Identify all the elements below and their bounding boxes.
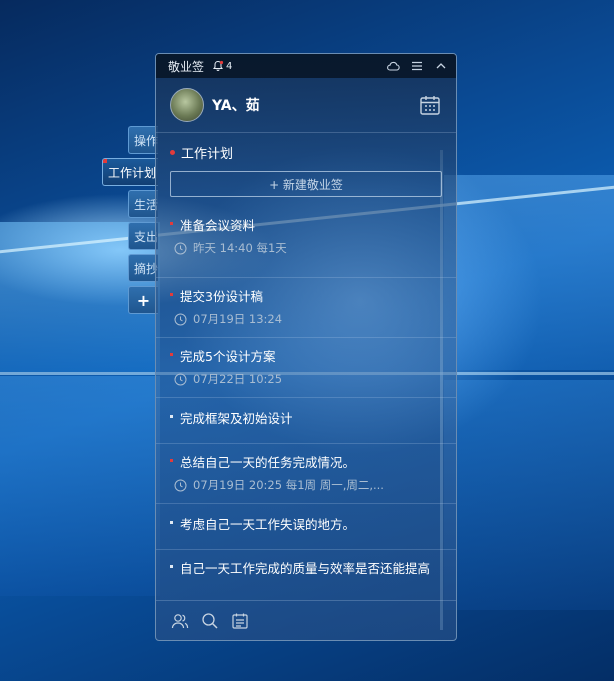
section-title: 工作计划: [181, 146, 234, 162]
avatar[interactable]: [170, 88, 204, 122]
users-icon[interactable]: [170, 611, 190, 631]
list-item[interactable]: 完成5个设计方案 07月22日 10:25: [156, 338, 456, 398]
clock-icon: [174, 242, 187, 254]
list-item[interactable]: 总结自己一天的任务完成情况。 07月19日 20:25 每1周 周一,周二,..…: [156, 444, 456, 504]
item-title: 准备会议资料: [180, 218, 256, 233]
list-item[interactable]: 考虑自己一天工作失误的地方。: [156, 504, 456, 550]
item-meta: 07月19日 20:25 每1周 周一,周二,...: [193, 478, 384, 492]
app-title: 敬业签: [168, 59, 205, 74]
section-header: 工作计划: [156, 133, 456, 171]
cloud-icon[interactable]: [386, 59, 400, 73]
item-title: 完成5个设计方案: [180, 349, 276, 364]
bottom-toolbar: [156, 600, 456, 640]
list-item[interactable]: 准备会议资料 昨天 14:40 每1天: [156, 217, 456, 278]
user-name: YA、茹: [212, 98, 260, 114]
priority-mark: [170, 415, 173, 418]
note-widget: 敬业签 4 YA、茹 工作计划 + 新建敬业签 准备会议资料 昨天 14:40 …: [155, 53, 457, 641]
list-item[interactable]: 提交3份设计稿 07月19日 13:24: [156, 278, 456, 338]
item-meta: 07月19日 13:24: [193, 312, 283, 326]
bell-icon: [213, 60, 224, 71]
list-item[interactable]: 完成框架及初始设计: [156, 398, 456, 444]
tab-expense[interactable]: 支出: [128, 222, 158, 250]
tab-work-plan[interactable]: 工作计划: [102, 158, 158, 186]
menu-icon[interactable]: [410, 59, 424, 73]
priority-mark: [170, 459, 173, 462]
priority-mark: [170, 353, 173, 356]
item-meta: 昨天 14:40 每1天: [193, 241, 287, 255]
priority-mark: [170, 222, 173, 225]
new-note-button[interactable]: + 新建敬业签: [170, 171, 442, 197]
item-title: 自己一天工作完成的质量与效率是否还能提高: [180, 561, 431, 576]
notification-button[interactable]: 4: [212, 60, 232, 72]
tab-life[interactable]: 生活: [128, 190, 158, 218]
clock-icon: [174, 313, 187, 325]
clock-icon: [174, 373, 187, 385]
priority-mark: [170, 565, 173, 568]
unread-dot: [103, 159, 107, 163]
chevron-up-icon[interactable]: [434, 59, 448, 73]
add-category-button[interactable]: +: [128, 286, 158, 314]
notes-icon[interactable]: [230, 611, 250, 631]
search-icon[interactable]: [200, 611, 220, 631]
calendar-icon[interactable]: [418, 93, 442, 117]
wallpaper-pane: [444, 380, 614, 610]
wallpaper-pane: [444, 175, 614, 370]
clock-icon: [174, 479, 187, 491]
item-meta: 07月22日 10:25: [193, 372, 283, 386]
user-header: YA、茹: [156, 78, 456, 133]
item-title: 考虑自己一天工作失误的地方。: [180, 517, 356, 532]
note-list: 准备会议资料 昨天 14:40 每1天 提交3份设计稿 07月19日 13:24…: [156, 217, 456, 610]
priority-mark: [170, 521, 173, 524]
section-dot: [170, 149, 175, 155]
wallpaper-pane: [0, 376, 160, 596]
item-title: 总结自己一天的任务完成情况。: [180, 455, 356, 470]
priority-mark: [170, 293, 173, 296]
tab-excerpt[interactable]: 摘抄: [128, 254, 158, 282]
notification-count: 4: [226, 60, 233, 72]
item-title: 提交3份设计稿: [180, 289, 263, 304]
title-bar: 敬业签 4: [156, 54, 456, 78]
item-title: 完成框架及初始设计: [180, 411, 293, 426]
tab-operation[interactable]: 操作: [128, 126, 158, 154]
